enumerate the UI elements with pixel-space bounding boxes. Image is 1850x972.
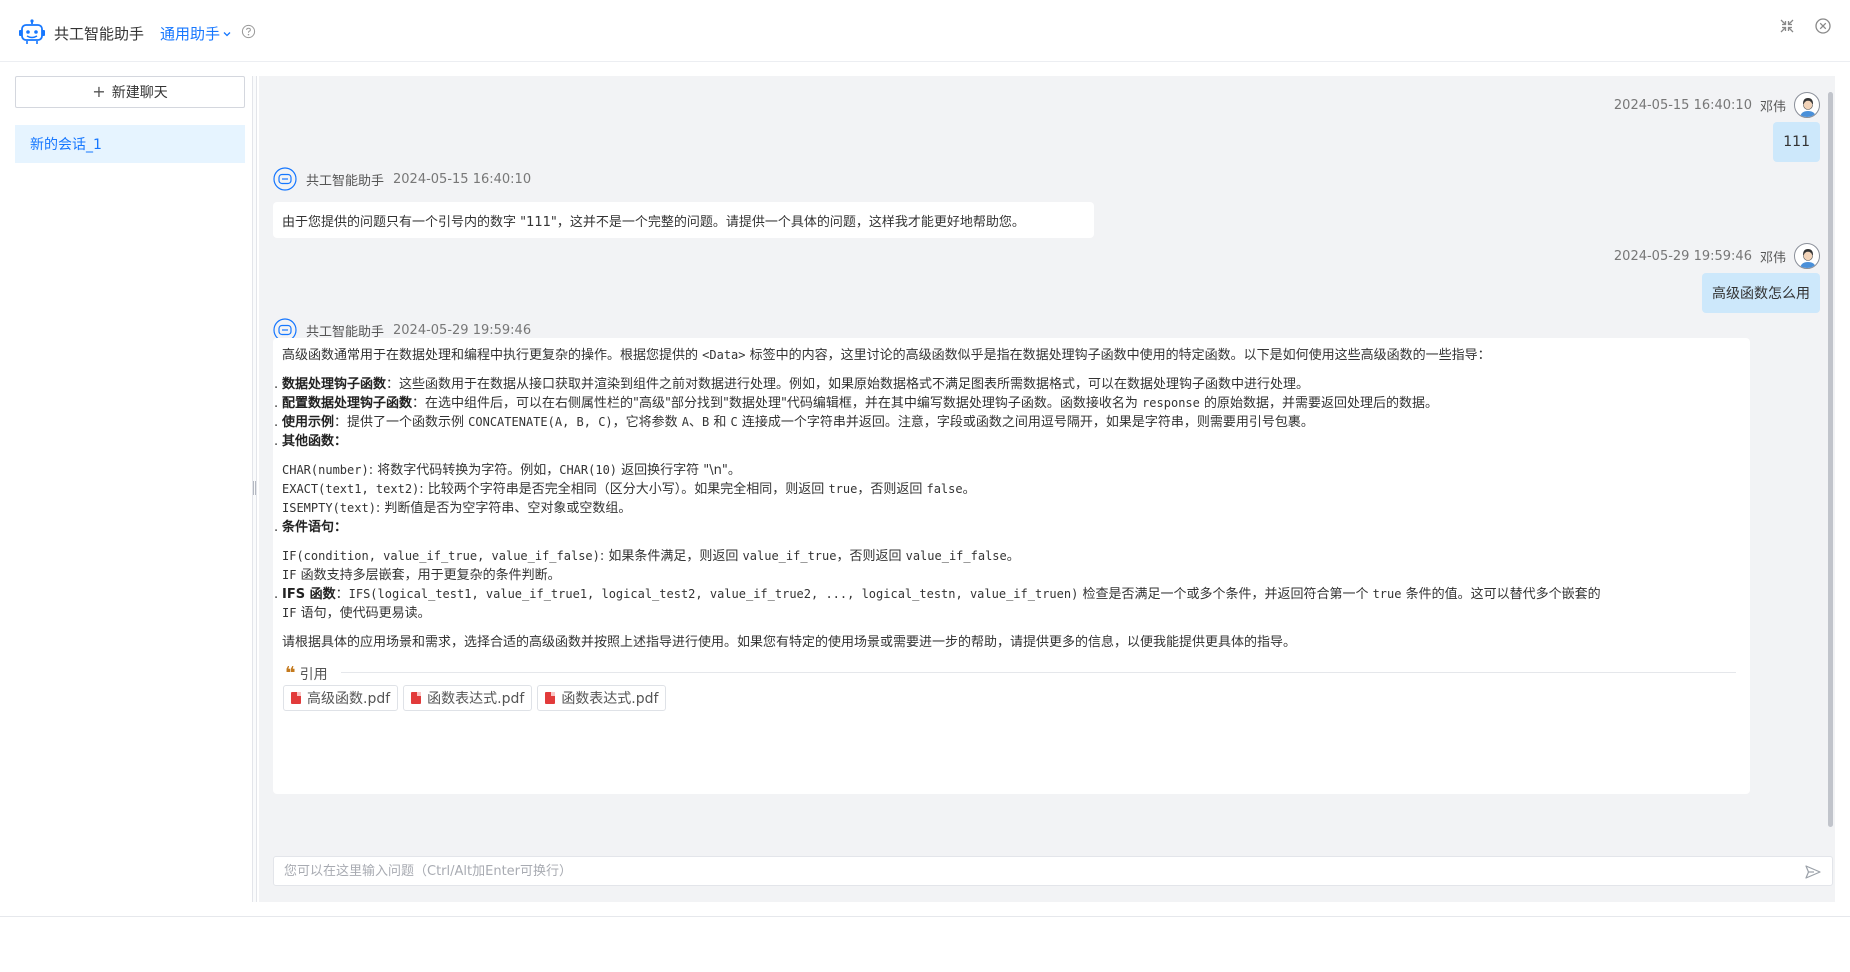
assistant-message-bubble: 由于您提供的问题只有一个引号内的数字 "111"，这并不是一个完整的问题。请提供… — [273, 202, 1094, 238]
composer — [273, 856, 1833, 886]
references-header: ❝ 引用 — [285, 664, 328, 684]
question-input[interactable] — [274, 857, 1784, 885]
reference-list: 高级函数.pdf 函数表达式.pdf 函数表达式.pdf — [283, 685, 667, 711]
reference-chip[interactable]: 函数表达式.pdf — [403, 685, 533, 711]
sidebar-resize-handle[interactable] — [252, 76, 257, 902]
answer-intro: 高级函数通常用于在数据处理和编程中执行更复杂的操作。根据您提供的 <Data> … — [282, 348, 1491, 363]
user-avatar — [1794, 92, 1820, 118]
reference-chip[interactable]: 函数表达式.pdf — [537, 685, 667, 711]
assistant-mode-label: 通用助手 — [160, 25, 221, 43]
answer-sub-item: IF(condition, value_if_true, value_if_fa… — [282, 549, 1020, 564]
plus-icon: + — [92, 82, 106, 101]
quote-icon: ❝ — [285, 663, 296, 684]
answer-body: 高级函数通常用于在数据处理和编程中执行更复杂的操作。根据您提供的 <Data> … — [273, 344, 1750, 652]
answer-list-item: . IFS 函数：IFS(logical_test1, value_if_true… — [274, 587, 1601, 621]
assistant-name: 共工智能助手 — [306, 173, 385, 189]
assistant-name: 共工智能助手 — [306, 324, 385, 340]
user-message-bubble: 高级函数怎么用 — [1702, 273, 1820, 313]
robot-logo-icon — [19, 19, 45, 44]
answer-list-item: . 配置数据处理钩子函数：在选中组件后，可以在右侧属性栏的"高级"部分找到"数据处… — [274, 396, 1439, 411]
new-chat-button[interactable]: + 新建聊天 — [15, 76, 245, 108]
assistant-avatar-icon — [273, 167, 297, 191]
reference-chip[interactable]: 高级函数.pdf — [283, 685, 399, 711]
user-name: 邓伟 — [1759, 99, 1786, 115]
answer-sub-item: EXACT(text1, text2): 比较两个字符串是否完全相同（区分大小写… — [282, 482, 976, 497]
user-avatar-icon — [1800, 98, 1816, 117]
pdf-file-icon — [411, 692, 422, 704]
user-name: 邓伟 — [1759, 250, 1786, 266]
answer-list-item: . 使用示例：提供了一个函数示例 CONCATENATE(A, B, C)，它将参… — [274, 415, 1314, 430]
references-label: 引用 — [299, 667, 328, 683]
answer-list-item: . 其他函数： — [274, 434, 348, 449]
assistant-message-meta: 共工智能助手 2024-05-15 16:40:10 — [273, 167, 531, 191]
app-header: 共工智能助手 通用助手 — [0, 0, 1850, 62]
footer-divider — [0, 916, 1850, 917]
reference-label: 函数表达式.pdf — [427, 691, 525, 707]
user-message-text: 111 — [1783, 134, 1810, 150]
app-title: 共工智能助手 — [54, 25, 145, 43]
pdf-file-icon — [545, 692, 556, 704]
user-avatar — [1794, 243, 1820, 269]
close-circle-icon[interactable] — [1814, 17, 1832, 35]
chat-panel: 2024-05-15 16:40:10 邓伟 111 共工智能助手 2024-0… — [259, 76, 1835, 902]
question-circle-icon[interactable] — [241, 24, 256, 39]
compress-icon[interactable] — [1778, 17, 1796, 35]
assistant-message-text: 由于您提供的问题只有一个引号内的数字 "111"，这并不是一个完整的问题。请提供… — [282, 214, 1025, 230]
new-chat-label: 新建聊天 — [111, 85, 168, 101]
message-time: 2024-05-15 16:40:10 — [393, 171, 532, 187]
session-item[interactable]: 新的会话_1 — [15, 125, 245, 163]
user-message-text: 高级函数怎么用 — [1712, 286, 1810, 302]
answer-list-item: . 条件语句： — [274, 520, 348, 535]
answer-list-item: . 数据处理钩子函数：这些函数用于在数据从接口获取并渲染到组件之前对数据进行处理。… — [274, 377, 1310, 392]
session-item-label: 新的会话_1 — [30, 137, 102, 153]
send-icon[interactable] — [1804, 863, 1822, 881]
assistant-mode-select[interactable]: 通用助手 — [160, 23, 232, 44]
answer-sub-item: CHAR(number): 将数字代码转换为字符。例如，CHAR(10) 返回换… — [282, 463, 741, 478]
reference-label: 函数表达式.pdf — [561, 691, 659, 707]
assistant-answer-bubble: 高级函数通常用于在数据处理和编程中执行更复杂的操作。根据您提供的 <Data> … — [273, 338, 1750, 794]
reference-label: 高级函数.pdf — [307, 691, 391, 707]
answer-closing: 请根据具体的应用场景和需求，选择合适的高级函数并按照上述指导进行使用。如果您有特… — [282, 635, 1297, 650]
message-time: 2024-05-29 19:59:46 — [1613, 248, 1752, 264]
message-time: 2024-05-29 19:59:46 — [393, 322, 532, 338]
pdf-file-icon — [291, 692, 301, 704]
answer-sub-item: IF 函数支持多层嵌套，用于更复杂的条件判断。 — [282, 568, 561, 583]
message-time: 2024-05-15 16:40:10 — [1613, 97, 1752, 113]
user-avatar-icon — [1800, 249, 1816, 268]
user-message-meta: 2024-05-29 19:59:46 邓伟 — [1614, 243, 1820, 269]
answer-sub-item: ISEMPTY(text): 判断值是否为空字符串、空对象或空数组。 — [282, 501, 632, 516]
user-message-bubble: 111 — [1773, 122, 1820, 162]
session-sidebar: + 新建聊天 新的会话_1 — [0, 62, 252, 900]
drag-grip-icon — [253, 481, 256, 495]
chat-scrollbar[interactable] — [1828, 92, 1833, 827]
references-divider — [341, 672, 1736, 673]
chevron-down-icon — [223, 31, 231, 36]
user-message-meta: 2024-05-15 16:40:10 邓伟 — [1614, 92, 1820, 118]
